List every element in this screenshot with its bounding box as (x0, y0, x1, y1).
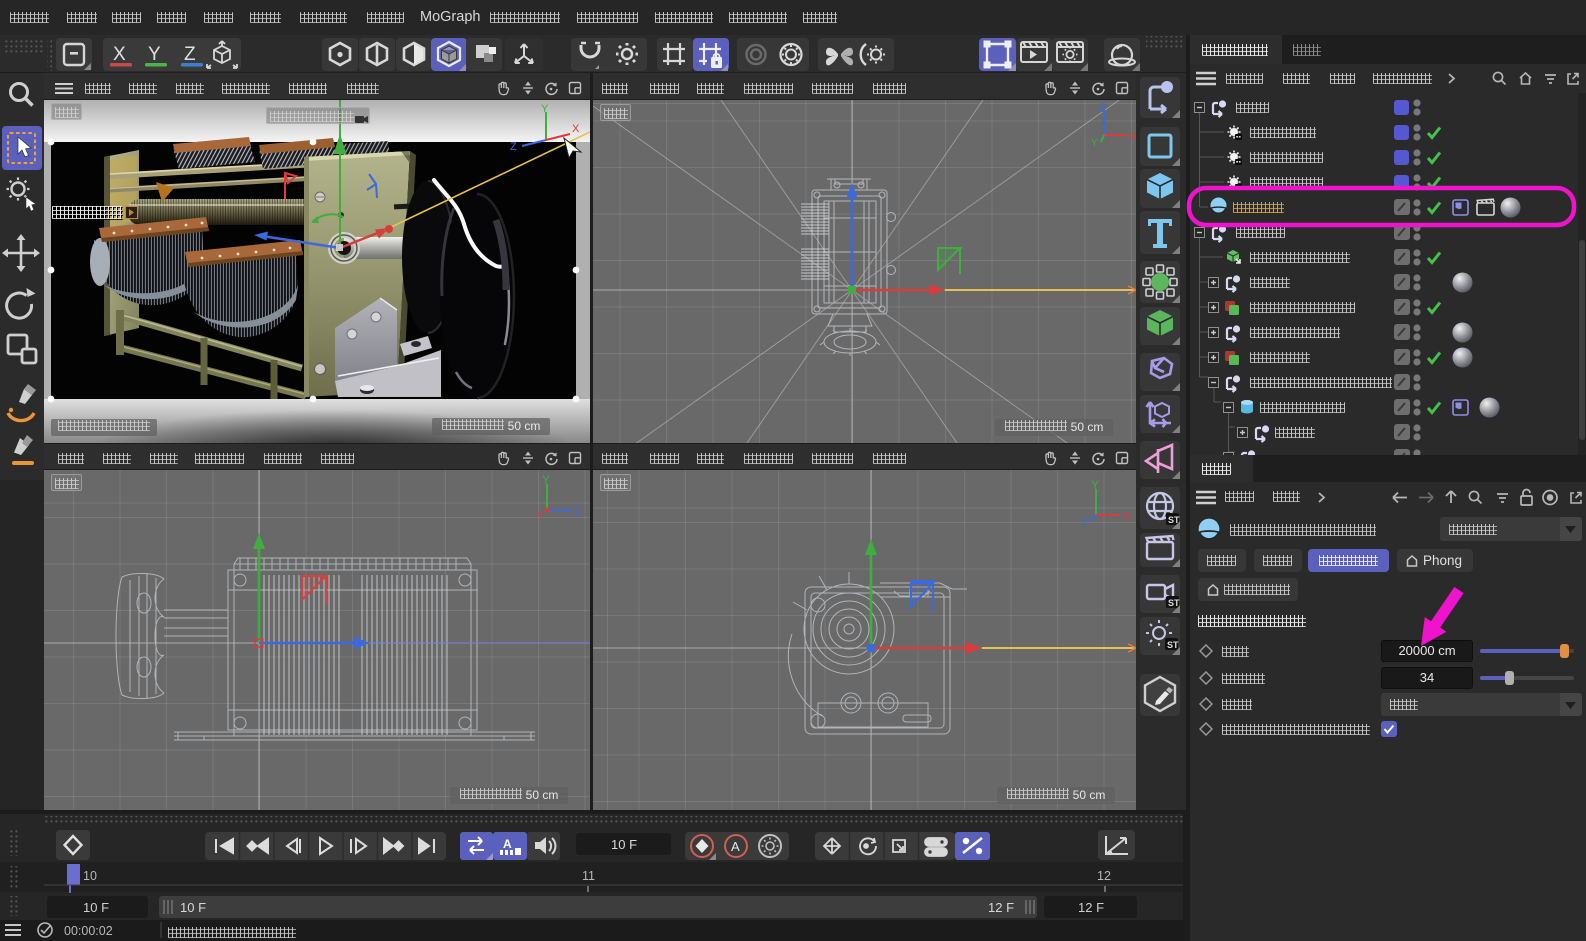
svg-text:10 F: 10 F (611, 837, 637, 852)
svg-text:00:00:02: 00:00:02 (64, 924, 113, 938)
svg-text:Y: Y (148, 44, 161, 65)
svg-text:Z: Z (184, 44, 196, 65)
svg-text:A: A (731, 839, 740, 854)
svg-text:ST: ST (1167, 640, 1179, 650)
svg-text:12: 12 (1097, 869, 1111, 883)
svg-text:Y: Y (542, 473, 550, 487)
svg-text:10 F: 10 F (180, 900, 206, 915)
svg-text:Y: Y (1091, 138, 1098, 149)
svg-text:Y: Y (541, 103, 549, 115)
svg-text:X: X (1123, 509, 1131, 523)
svg-text:11: 11 (582, 869, 595, 883)
svg-text:10 F: 10 F (83, 900, 109, 915)
svg-text:12 F: 12 F (988, 900, 1014, 915)
svg-text:ST: ST (1168, 598, 1180, 608)
svg-text:X: X (1129, 129, 1136, 143)
svg-text:X: X (113, 44, 126, 65)
svg-text:X: X (536, 510, 543, 521)
svg-text:A: A (503, 837, 512, 851)
svg-text:Y: Y (1091, 478, 1099, 492)
svg-text:Z: Z (510, 141, 517, 153)
svg-text:Z: Z (1081, 517, 1087, 528)
svg-text:10: 10 (83, 869, 97, 883)
svg-text:X: X (572, 123, 580, 135)
svg-text:Z: Z (1099, 101, 1106, 115)
svg-text:12 F: 12 F (1078, 900, 1104, 915)
svg-text:Z: Z (574, 504, 581, 518)
